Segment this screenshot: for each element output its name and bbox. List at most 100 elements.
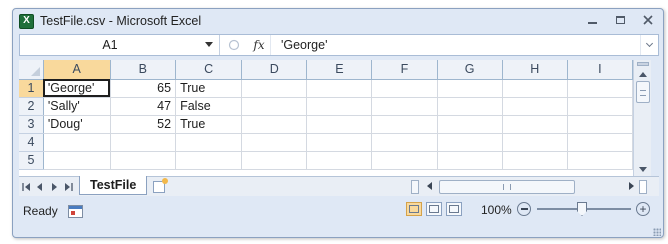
cell[interactable]: True bbox=[175, 79, 243, 98]
worksheet-grid[interactable]: A B C D E F G H I 1 'George' 65 True 2 '… bbox=[19, 60, 633, 176]
scroll-right-icon[interactable] bbox=[629, 182, 634, 190]
first-sheet-button[interactable] bbox=[19, 178, 33, 196]
page-layout-view-button[interactable] bbox=[426, 202, 442, 216]
cell[interactable] bbox=[371, 79, 438, 98]
cell[interactable] bbox=[43, 151, 111, 170]
sheet-tab-testfile[interactable]: TestFile bbox=[79, 176, 148, 195]
cell[interactable] bbox=[502, 151, 568, 170]
cell[interactable] bbox=[241, 133, 308, 152]
formula-cancel-button[interactable] bbox=[220, 35, 248, 55]
cell[interactable] bbox=[437, 97, 503, 116]
cell[interactable]: 47 bbox=[110, 97, 177, 116]
cell[interactable] bbox=[306, 79, 373, 98]
cell[interactable]: 65 bbox=[110, 79, 177, 98]
minimize-button[interactable] bbox=[585, 13, 599, 27]
row-header[interactable]: 2 bbox=[19, 97, 44, 116]
cell[interactable] bbox=[437, 79, 503, 98]
next-sheet-button[interactable] bbox=[47, 178, 61, 196]
last-sheet-button[interactable] bbox=[61, 178, 75, 196]
column-header-row: A B C D E F G H I bbox=[19, 60, 633, 80]
cell[interactable] bbox=[371, 97, 438, 116]
cell[interactable] bbox=[502, 115, 568, 134]
scroll-up-icon[interactable] bbox=[639, 72, 647, 77]
column-header[interactable]: D bbox=[241, 60, 308, 80]
expand-formula-bar-button[interactable] bbox=[640, 35, 658, 55]
vertical-scroll-thumb[interactable] bbox=[636, 81, 650, 103]
cell[interactable] bbox=[241, 151, 308, 170]
cell[interactable]: True bbox=[175, 115, 243, 134]
cell[interactable] bbox=[437, 151, 503, 170]
cell[interactable] bbox=[241, 115, 308, 134]
cell[interactable] bbox=[502, 97, 568, 116]
window-controls bbox=[585, 13, 655, 27]
normal-view-button[interactable] bbox=[406, 202, 422, 216]
cell[interactable] bbox=[175, 133, 243, 152]
column-header[interactable]: H bbox=[502, 60, 568, 80]
table-row: 2 'Sally' 47 False bbox=[19, 97, 633, 116]
column-header[interactable]: E bbox=[306, 60, 373, 80]
zoom-slider-thumb[interactable] bbox=[577, 202, 587, 216]
cell[interactable]: 'Sally' bbox=[43, 97, 111, 116]
cell[interactable] bbox=[110, 133, 177, 152]
cell[interactable] bbox=[306, 151, 373, 170]
scroll-left-icon[interactable] bbox=[427, 182, 432, 190]
vertical-scrollbar[interactable] bbox=[633, 60, 651, 176]
name-box[interactable]: A1 bbox=[20, 35, 220, 55]
cell[interactable] bbox=[437, 133, 503, 152]
cell[interactable]: 'George' bbox=[43, 79, 111, 98]
page-break-preview-button[interactable] bbox=[446, 202, 462, 216]
select-all-button[interactable] bbox=[19, 60, 44, 80]
cell[interactable] bbox=[502, 79, 568, 98]
cell[interactable] bbox=[371, 133, 438, 152]
row-header[interactable]: 4 bbox=[19, 133, 44, 152]
insert-worksheet-button[interactable] bbox=[147, 177, 171, 196]
column-header[interactable]: B bbox=[110, 60, 177, 80]
cell[interactable] bbox=[175, 151, 243, 170]
column-header[interactable]: I bbox=[567, 60, 633, 80]
insert-function-button[interactable]: fx bbox=[248, 35, 270, 55]
cell[interactable] bbox=[241, 97, 308, 116]
cell[interactable] bbox=[371, 151, 438, 170]
row-header[interactable]: 5 bbox=[19, 151, 44, 170]
tab-split-handle[interactable] bbox=[411, 180, 419, 194]
cell[interactable]: 'Doug' bbox=[43, 115, 111, 134]
cell[interactable] bbox=[241, 79, 308, 98]
excel-app-icon[interactable]: X bbox=[19, 13, 34, 29]
cell[interactable] bbox=[306, 97, 373, 116]
cell[interactable] bbox=[371, 115, 438, 134]
zoom-out-button[interactable] bbox=[517, 202, 531, 216]
cell[interactable] bbox=[567, 97, 633, 116]
column-header[interactable]: F bbox=[371, 60, 438, 80]
zoom-in-button[interactable]: + bbox=[636, 202, 650, 216]
formula-bar: A1 fx 'George' bbox=[19, 34, 659, 56]
cell[interactable] bbox=[306, 115, 373, 134]
close-button[interactable] bbox=[641, 13, 655, 27]
cell[interactable] bbox=[567, 79, 633, 98]
record-macro-icon[interactable] bbox=[67, 204, 83, 218]
cell[interactable] bbox=[502, 133, 568, 152]
previous-sheet-button[interactable] bbox=[33, 178, 47, 196]
cell[interactable] bbox=[567, 115, 633, 134]
cell[interactable]: 52 bbox=[110, 115, 177, 134]
zoom-level[interactable]: 100% bbox=[481, 203, 512, 217]
cell[interactable] bbox=[437, 115, 503, 134]
maximize-button[interactable] bbox=[613, 13, 627, 27]
column-header[interactable]: A bbox=[43, 60, 111, 80]
cell[interactable] bbox=[110, 151, 177, 170]
row-header[interactable]: 1 bbox=[19, 79, 44, 98]
resize-grip-icon[interactable] bbox=[653, 228, 661, 236]
horizontal-scroll-thumb[interactable] bbox=[439, 180, 575, 194]
formula-input[interactable]: 'George' bbox=[270, 35, 640, 55]
cell[interactable]: False bbox=[175, 97, 243, 116]
horizontal-split-handle[interactable] bbox=[639, 180, 647, 194]
row-header[interactable]: 3 bbox=[19, 115, 44, 134]
cell[interactable] bbox=[567, 151, 633, 170]
cell[interactable] bbox=[567, 133, 633, 152]
cell[interactable] bbox=[306, 133, 373, 152]
column-header[interactable]: G bbox=[437, 60, 503, 80]
name-box-dropdown-icon[interactable] bbox=[205, 42, 213, 47]
scroll-down-icon[interactable] bbox=[639, 167, 647, 172]
cell[interactable] bbox=[43, 133, 111, 152]
split-box-handle[interactable] bbox=[637, 62, 649, 66]
column-header[interactable]: C bbox=[175, 60, 243, 80]
